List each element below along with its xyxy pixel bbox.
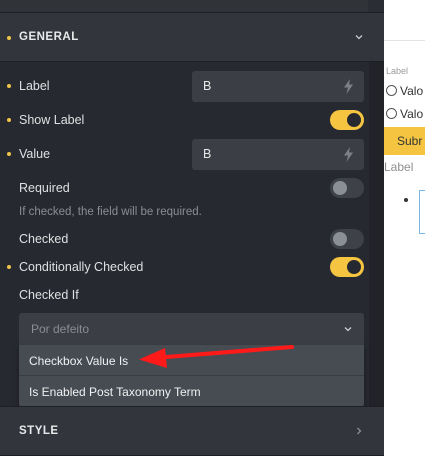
general-section-title: GENERAL bbox=[19, 31, 79, 43]
conditionally-checked-modified-dot bbox=[7, 265, 11, 269]
style-section-header[interactable]: STYLE bbox=[0, 406, 384, 456]
checked-toggle[interactable] bbox=[330, 229, 364, 249]
panel-top-strip bbox=[0, 0, 384, 12]
dynamic-tags-icon[interactable] bbox=[343, 79, 354, 94]
preview-submit-button[interactable]: Subr bbox=[384, 127, 425, 155]
label-modified-dot bbox=[7, 84, 11, 88]
chevron-down-icon bbox=[355, 35, 363, 40]
conditionally-checked-toggle[interactable] bbox=[330, 257, 364, 277]
style-section-title: STYLE bbox=[19, 425, 59, 437]
preview-radio-option[interactable]: Valo bbox=[386, 107, 423, 123]
checked-if-dropdown: Checkbox Value Is Is Enabled Post Taxono… bbox=[19, 345, 364, 407]
option-is-enabled-post-taxonomy-term[interactable]: Is Enabled Post Taxonomy Term bbox=[19, 376, 364, 407]
show-label-label: Show Label bbox=[19, 113, 85, 127]
checked-if-placeholder: Por defeito bbox=[31, 322, 90, 336]
preview-field-label: Label bbox=[386, 66, 409, 76]
conditionally-checked-label: Conditionally Checked bbox=[19, 260, 144, 274]
required-label: Required bbox=[19, 181, 70, 195]
preview-radio-option[interactable]: Valo bbox=[386, 84, 423, 100]
label-input-value: B bbox=[203, 79, 212, 93]
chevron-right-icon bbox=[357, 427, 362, 435]
modified-indicator-dot bbox=[7, 36, 11, 40]
value-input-value: B bbox=[203, 147, 212, 161]
option-checkbox-value-is[interactable]: Checkbox Value Is bbox=[19, 345, 364, 376]
panel-scrollbar-track[interactable] bbox=[369, 12, 384, 456]
show-label-modified-dot bbox=[7, 118, 11, 122]
dynamic-tags-icon[interactable] bbox=[343, 147, 354, 162]
required-hint: If checked, the field will be required. bbox=[19, 206, 202, 218]
general-section-header[interactable]: GENERAL bbox=[0, 12, 384, 62]
required-toggle[interactable] bbox=[330, 178, 364, 198]
editor-panel: GENERAL Label B Show Label Value B Requi… bbox=[0, 0, 384, 456]
radio-icon bbox=[386, 85, 397, 96]
chevron-down-icon bbox=[344, 327, 352, 332]
value-input[interactable]: B bbox=[192, 139, 364, 170]
value-modified-dot bbox=[7, 152, 11, 156]
preview-second-label: Label bbox=[384, 160, 414, 174]
preview-selection-outline bbox=[419, 190, 425, 234]
checked-label: Checked bbox=[19, 232, 69, 246]
label-field-label: Label bbox=[19, 79, 50, 93]
show-label-toggle[interactable] bbox=[330, 110, 364, 130]
checked-if-select[interactable]: Por defeito bbox=[19, 313, 364, 345]
label-input[interactable]: B bbox=[192, 71, 364, 102]
checked-if-label: Checked If bbox=[19, 288, 79, 302]
preview-list-bullet bbox=[404, 198, 408, 202]
value-field-label: Value bbox=[19, 147, 51, 161]
form-preview: Label Valo Valo Subr Label bbox=[384, 0, 425, 456]
radio-icon bbox=[386, 108, 397, 119]
